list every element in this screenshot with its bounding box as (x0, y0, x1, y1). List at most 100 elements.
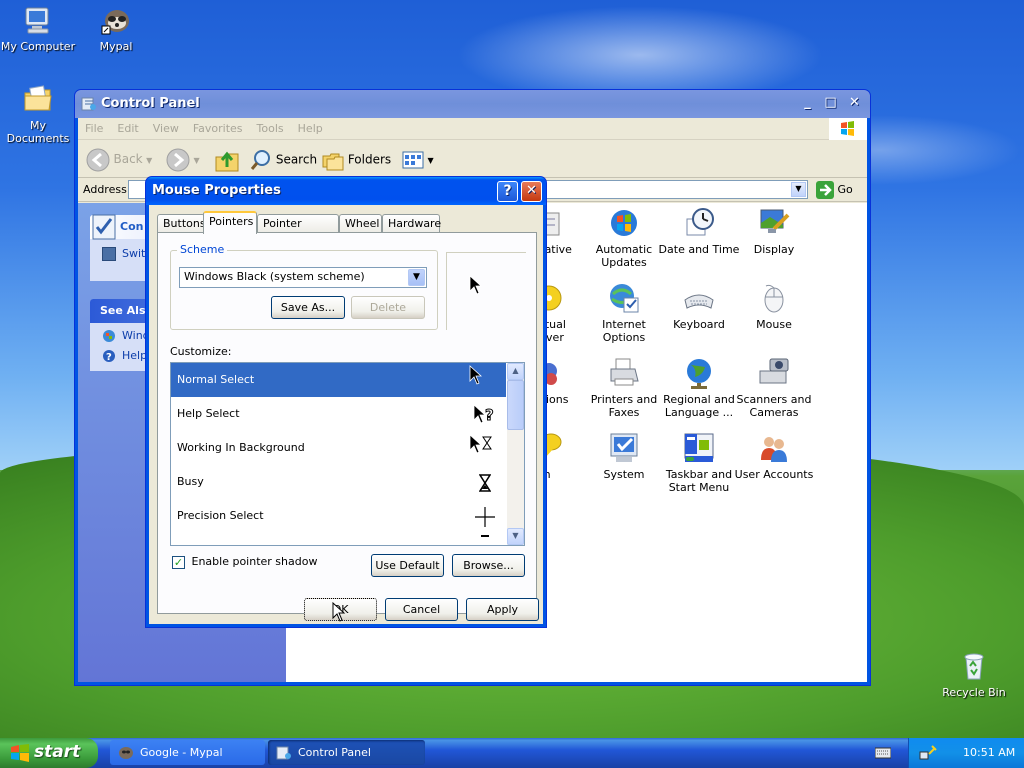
desktop-icon-my-documents[interactable]: My Documents (0, 83, 78, 145)
switch-view-icon (102, 247, 116, 261)
scheme-dropdown[interactable]: Windows Black (system scheme) ▼ (179, 267, 427, 288)
views-icon (402, 151, 424, 169)
arrow-cursor-icon (469, 275, 483, 295)
list-item-busy[interactable]: Busy (171, 465, 506, 499)
scroll-up-icon[interactable]: ▲ (507, 363, 524, 380)
browse-button[interactable]: Browse... (452, 554, 525, 577)
menu-help[interactable]: Help (291, 118, 330, 139)
save-as-button[interactable]: Save As... (271, 296, 345, 319)
close-button[interactable]: ✕ (844, 94, 865, 115)
windows-update-link[interactable]: Wind (102, 329, 150, 343)
cp-item-user-accounts[interactable]: User Accounts (733, 432, 815, 481)
keyboard-language-icon[interactable] (875, 746, 891, 760)
views-dropdown-icon: ▼ (427, 156, 434, 165)
views-button[interactable]: ▼ (402, 149, 434, 171)
cp-item-scanners-and-cameras[interactable]: Scanners and Cameras (733, 357, 815, 419)
cp-item-display[interactable]: Display (733, 207, 815, 256)
switch-view-label: Swit (122, 247, 146, 260)
taskbar-icon (684, 433, 714, 462)
tab-hardware[interactable]: Hardware (382, 214, 441, 233)
windows-flag-icon (11, 744, 29, 762)
control-panel-large-icon (92, 214, 116, 240)
menu-view[interactable]: View (146, 118, 186, 139)
clock[interactable]: 10:51 AM (963, 746, 1015, 759)
menu-favorites[interactable]: Favorites (186, 118, 250, 139)
go-label: Go (837, 183, 853, 196)
dialog-titlebar[interactable]: Mouse Properties ? ✕ (146, 177, 546, 205)
search-button[interactable]: Search (250, 149, 317, 171)
cp-item-date-and-time[interactable]: Date and Time (658, 207, 740, 256)
use-default-button[interactable]: Use Default (371, 554, 444, 577)
keyboard-icon (684, 294, 714, 309)
tab-wheel[interactable]: Wheel (339, 214, 382, 233)
minimize-button[interactable]: _ (797, 94, 818, 115)
help-button[interactable]: ? (497, 181, 518, 202)
folders-button[interactable]: Folders (322, 149, 391, 171)
cp-item-system[interactable]: System (583, 432, 665, 481)
cp-item-mouse[interactable]: Mouse (733, 282, 815, 331)
switch-view-link[interactable]: Swit (102, 247, 145, 261)
cp-item-printers-and-faxes[interactable]: Printers and Faxes (583, 357, 665, 419)
desktop-icon-my-computer[interactable]: My Computer (0, 4, 78, 53)
computer-icon (25, 7, 49, 34)
forward-button[interactable]: ▼ (166, 148, 200, 172)
cp-item-regional-language[interactable]: Regional and Language ... (658, 357, 740, 419)
desktop-icon-mypal[interactable]: Mypal (76, 4, 156, 53)
start-button[interactable]: start (0, 738, 98, 768)
display-icon (760, 209, 790, 233)
back-button[interactable]: Back ▼ (86, 148, 152, 172)
cp-item-taskbar-start-menu[interactable]: Taskbar and Start Menu (658, 432, 740, 494)
menu-tools[interactable]: Tools (250, 118, 291, 139)
partial-cursor-icon (481, 535, 489, 537)
task-control-panel[interactable]: Control Panel (268, 740, 425, 765)
internet-options-icon (610, 284, 639, 313)
cp-item-label: Display (753, 243, 795, 256)
task-label: Google - Mypal (140, 746, 223, 759)
list-item-working-in-background[interactable]: Working In Background (171, 431, 506, 465)
pointer-list[interactable]: Normal Select Help Select ? Working In B… (170, 362, 525, 546)
cancel-button[interactable]: Cancel (385, 598, 458, 621)
cp-item-automatic-updates[interactable]: Automatic Updates (583, 207, 665, 269)
tab-buttons[interactable]: Buttons (157, 214, 206, 233)
scroll-down-icon[interactable]: ▼ (507, 528, 524, 545)
forward-dropdown-icon[interactable]: ▼ (194, 156, 200, 165)
apply-button[interactable]: Apply (466, 598, 539, 621)
tab-pointers[interactable]: Pointers (203, 211, 257, 234)
hourglass-icon (479, 474, 491, 492)
desktop-icon-label: My Documents (6, 119, 70, 145)
address-label: Address (83, 183, 127, 196)
dialog-body: Buttons Pointers Pointer Options Wheel H… (149, 205, 543, 624)
control-panel-titlebar[interactable]: Control Panel _ □ ✕ (75, 90, 870, 118)
up-folder-button[interactable] (214, 147, 240, 176)
address-dropdown-icon[interactable]: ▼ (791, 182, 806, 197)
dialog-close-button[interactable]: ✕ (521, 181, 542, 202)
list-item-precision-select[interactable]: Precision Select (171, 499, 506, 533)
help-icon: ? (103, 350, 115, 363)
list-item-normal-select[interactable]: Normal Select (171, 363, 506, 397)
maximize-button[interactable]: □ (820, 94, 841, 115)
control-panel-icon (81, 97, 96, 111)
cp-item-keyboard[interactable]: Keyboard (658, 282, 740, 331)
pointer-list-scrollbar[interactable]: ▲ ▼ (507, 363, 524, 545)
mypal-icon (119, 747, 133, 759)
scroll-thumb[interactable] (507, 380, 524, 430)
task-google-mypal[interactable]: Google - Mypal (110, 740, 265, 765)
list-item-label: Help Select (177, 407, 240, 420)
scheme-group: Scheme Windows Black (system scheme) ▼ S… (170, 243, 438, 330)
tab-pointer-options[interactable]: Pointer Options (257, 214, 339, 243)
help-support-link[interactable]: ? Help (102, 349, 147, 363)
delete-button[interactable]: Delete (351, 296, 425, 319)
globe-icon (687, 359, 711, 389)
cp-item-label: Taskbar and Start Menu (665, 468, 733, 494)
back-dropdown-icon[interactable]: ▼ (146, 156, 152, 165)
network-icon[interactable] (919, 744, 937, 762)
up-folder-icon (215, 151, 239, 172)
desktop-icon-recycle-bin[interactable]: Recycle Bin (934, 650, 1014, 699)
start-label: start (34, 742, 81, 762)
go-button[interactable]: Go (816, 181, 853, 199)
cp-item-internet-options[interactable]: Internet Options (583, 282, 665, 344)
pointer-shadow-checkbox[interactable]: ✓ Enable pointer shadow (172, 555, 317, 569)
menu-file[interactable]: File (78, 118, 110, 139)
list-item-help-select[interactable]: Help Select ? (171, 397, 506, 431)
menu-edit[interactable]: Edit (110, 118, 145, 139)
